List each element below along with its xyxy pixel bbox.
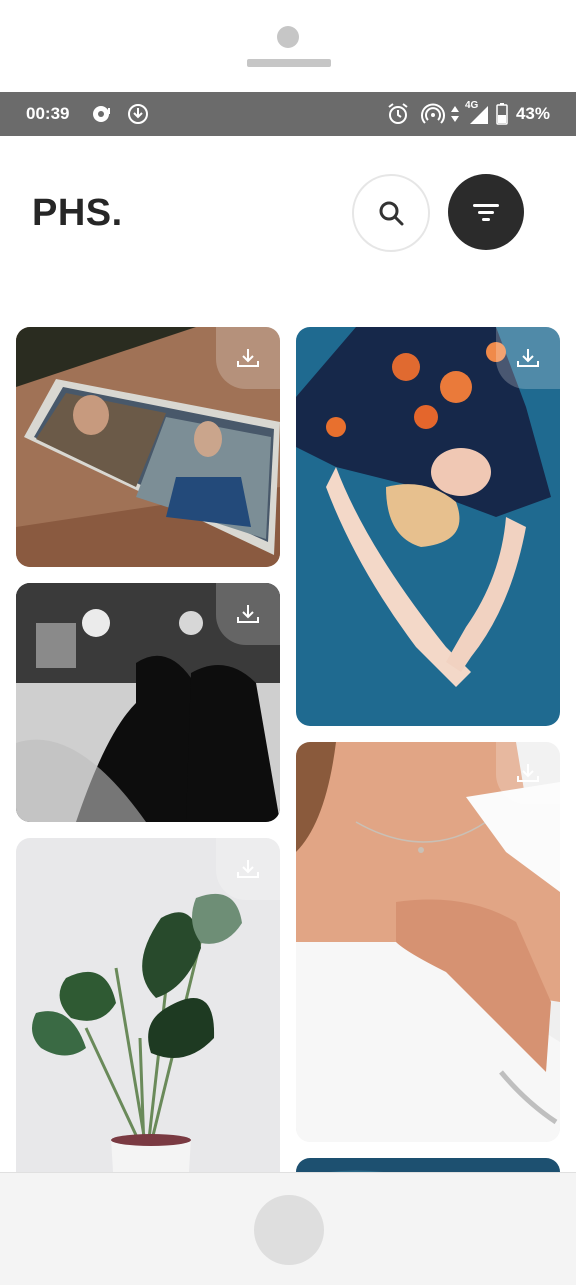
home-button[interactable] [254,1195,324,1265]
hotspot-icon [421,103,445,124]
signal-icon [470,106,488,124]
photo-card-carpet[interactable] [296,327,560,726]
photo-download-button[interactable] [216,838,280,900]
download-icon [237,860,259,878]
photo-card-wedding[interactable] [16,583,280,822]
filter-button[interactable] [448,174,524,250]
media-sync-icon [93,106,110,122]
download-icon [237,605,259,623]
download-icon [237,349,259,367]
photo-download-button[interactable] [216,327,280,389]
bottom-bar [0,1172,576,1285]
photo-card-tablet[interactable] [16,327,280,567]
earpiece-speaker [247,59,331,67]
app-title: PHS. [32,192,123,234]
alarm-icon [388,103,408,124]
download-icon [517,349,539,367]
status-time: 00:39 [26,104,70,123]
download-icon [128,104,148,124]
photo-download-button[interactable] [496,742,560,804]
photo-card-plant[interactable] [16,838,280,1188]
device-top-bezel [0,0,576,92]
battery-icon [496,103,508,125]
photo-card-necklace[interactable] [296,742,560,1142]
search-button[interactable] [352,174,430,252]
search-icon [379,201,404,226]
photo-download-button[interactable] [496,327,560,389]
status-bar: 00:39 4G 43% [0,92,576,136]
battery-percent: 43% [515,104,550,123]
filter-icon [473,204,499,221]
data-arrows-icon [451,106,459,122]
photo-download-button[interactable] [216,583,280,645]
download-icon [517,764,539,782]
front-camera [277,26,299,48]
